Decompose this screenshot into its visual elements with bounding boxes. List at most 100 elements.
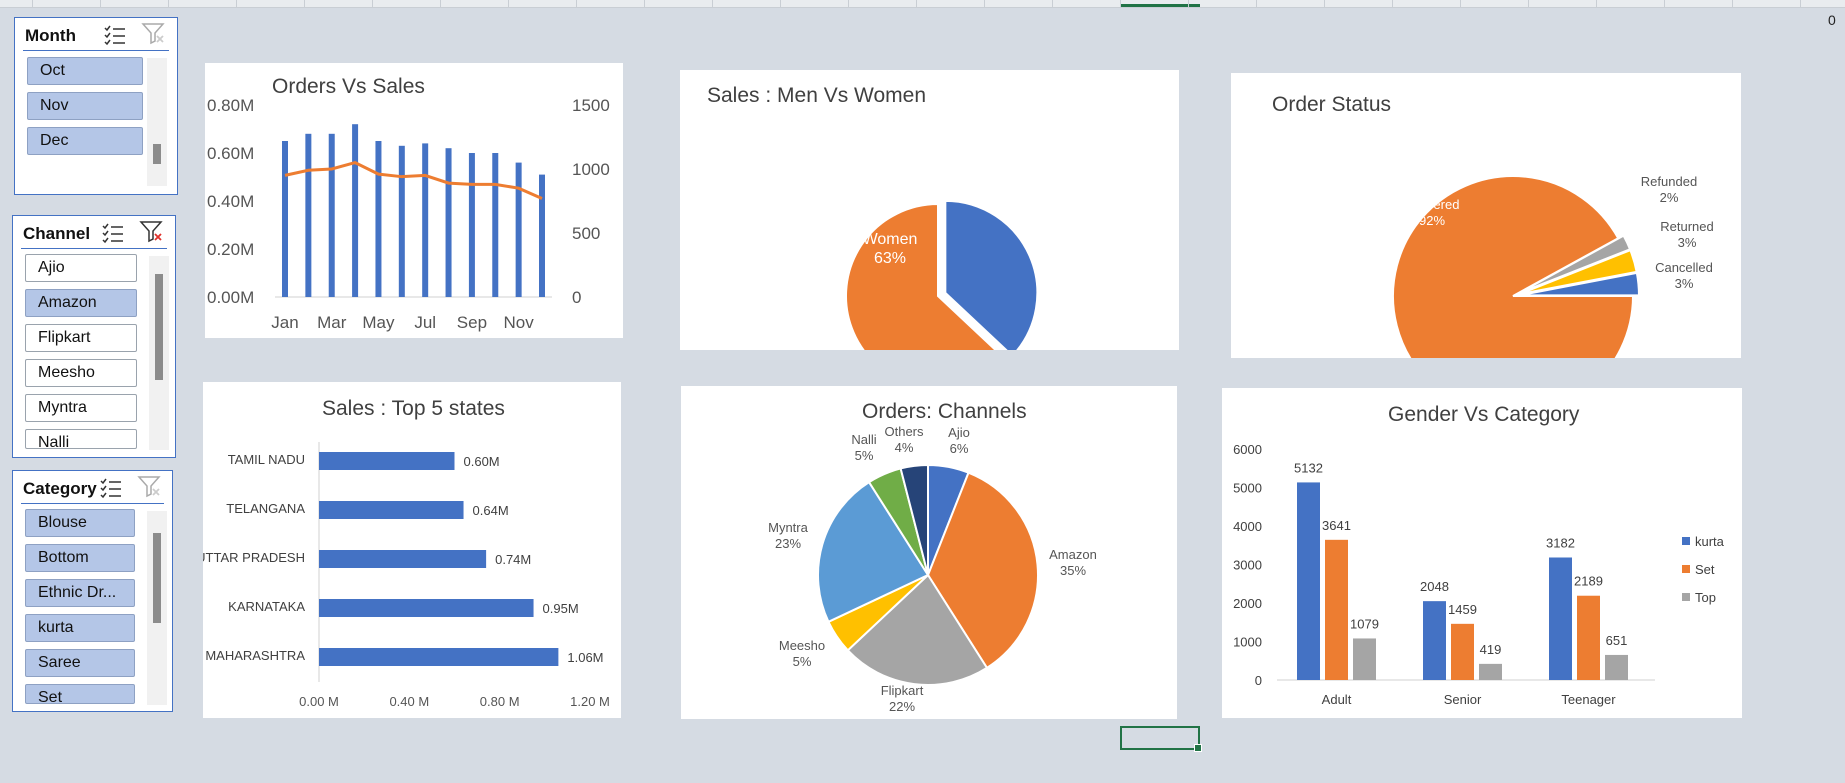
pie-label: Cancelled: [1655, 260, 1713, 275]
scrollbar-thumb[interactable]: [153, 533, 161, 623]
column-divider: [644, 0, 645, 7]
data-label: 0.74M: [495, 552, 531, 567]
slicer-item-ethnic-dress[interactable]: Ethnic Dr...: [25, 579, 135, 607]
y-left-tick-label: 0.20M: [207, 240, 254, 259]
sales-bar: [282, 141, 288, 297]
orders-channels-chart[interactable]: Orders: Channels Ajio 6% Amazon 35% Flipkart…: [681, 386, 1177, 719]
chart-title: Orders Vs Sales: [272, 75, 425, 98]
category-label: TAMIL NADU: [228, 452, 305, 467]
sales-men-women-chart[interactable]: Sales : Men Vs Women Men 37% Women 63%: [680, 70, 1179, 389]
clear-filter-icon[interactable]: [137, 475, 163, 499]
slicer-scrollbar[interactable]: [147, 58, 167, 186]
state-bar: [319, 599, 534, 617]
orders-vs-sales-chart[interactable]: Orders Vs Sales 0.00M 0.20M 0.40M 0.60M 0.80…: [205, 63, 623, 338]
pie-percent: 6%: [950, 441, 969, 456]
slicer-item-bottom[interactable]: Bottom: [25, 544, 135, 572]
slicer-item-saree[interactable]: Saree: [25, 649, 135, 677]
slicer-item-nalli[interactable]: Nalli: [25, 429, 137, 449]
slicer-divider: [21, 503, 164, 504]
state-bar: [319, 550, 487, 568]
pie-percent: 2%: [1660, 190, 1679, 205]
sales-bar: [515, 162, 522, 297]
clear-filter-icon[interactable]: [139, 220, 165, 244]
category-label: KARNATAKA: [228, 599, 305, 614]
clear-filter-icon[interactable]: [141, 22, 167, 46]
slicer-title: Month: [25, 26, 76, 45]
top5-states-chart[interactable]: Sales : Top 5 states TAMIL NADU 0.60M TELA…: [196, 382, 621, 718]
x-tick-label: Teenager: [1561, 692, 1616, 707]
category-bar: [1423, 601, 1446, 680]
slicer-item-set[interactable]: Set: [25, 684, 135, 704]
state-bar: [319, 452, 455, 470]
slicer-item-nov[interactable]: Nov: [27, 92, 143, 120]
column-divider: [304, 0, 305, 7]
slicer-item-blouse[interactable]: Blouse: [25, 509, 135, 537]
pie-label: Men: [976, 175, 1007, 192]
data-label: 1459: [1448, 602, 1477, 617]
x-tick-label: 0.80 M: [480, 694, 520, 709]
y-tick-label: 1000: [1233, 635, 1262, 650]
sales-bar: [352, 124, 359, 297]
y-right-tick-label: 1000: [572, 160, 610, 179]
column-divider: [100, 0, 101, 7]
category-label: TELANGANA: [226, 501, 305, 516]
data-label: 1079: [1350, 616, 1379, 631]
pie-percent: 35%: [1060, 563, 1086, 578]
column-divider: [1596, 0, 1597, 7]
category-slicer[interactable]: Category Blouse Bottom Ethnic Dr... kurt…: [12, 470, 173, 712]
scrollbar-thumb[interactable]: [153, 144, 161, 164]
column-divider: [236, 0, 237, 7]
y-tick-label: 0: [1255, 673, 1262, 688]
column-divider: [508, 0, 509, 7]
legend-swatch: [1682, 537, 1690, 545]
slicer-item-flipkart[interactable]: Flipkart: [25, 324, 137, 352]
pie-label: Nalli: [851, 432, 876, 447]
pie-label: Refunded: [1641, 174, 1697, 189]
column-divider: [1732, 0, 1733, 7]
column-divider: [1392, 0, 1393, 7]
category-bar: [1479, 663, 1502, 680]
column-divider: [1460, 0, 1461, 7]
channel-slicer[interactable]: Channel Ajio Amazon Flipkart Meesho Mynt…: [12, 215, 176, 458]
column-header-strip[interactable]: [0, 0, 1845, 8]
column-divider: [32, 0, 33, 7]
multi-select-icon[interactable]: [99, 477, 123, 499]
slicer-item-dec[interactable]: Dec: [27, 127, 143, 155]
cell-value[interactable]: 0: [1828, 12, 1836, 28]
chart-title: Gender Vs Category: [1388, 403, 1580, 426]
category-label: UTTAR PRADESH: [203, 550, 305, 565]
sales-bar: [539, 174, 545, 297]
x-tick-label: Jan: [271, 313, 298, 332]
multi-select-icon[interactable]: [101, 222, 125, 244]
column-divider: [712, 0, 713, 7]
orders-line: [284, 161, 543, 200]
category-bar: [1297, 482, 1320, 680]
order-status-chart[interactable]: Order Status Delivered 92% Refunded 2% Retur…: [1231, 73, 1741, 417]
y-right-tick-label: 500: [572, 224, 600, 243]
multi-select-icon[interactable]: [103, 24, 127, 46]
scrollbar-thumb[interactable]: [155, 274, 163, 380]
slicer-item-myntra[interactable]: Myntra: [25, 394, 137, 422]
legend-label: Top: [1695, 590, 1716, 605]
column-divider: [372, 0, 373, 7]
month-slicer[interactable]: Month Oct Nov Dec: [14, 17, 178, 195]
slicer-scrollbar[interactable]: [149, 256, 169, 450]
fill-handle[interactable]: [1194, 744, 1202, 752]
slicer-item-amazon[interactable]: Amazon: [25, 289, 137, 317]
slicer-title: Channel: [23, 224, 91, 243]
x-tick-label: Mar: [317, 313, 347, 332]
active-cell-selection[interactable]: [1120, 726, 1202, 752]
x-tick-label: 1.20 M: [570, 694, 610, 709]
data-label: 419: [1480, 642, 1502, 657]
slicer-scrollbar[interactable]: [147, 511, 167, 705]
slicer-item-meesho[interactable]: Meesho: [25, 359, 137, 387]
pie-label: Others: [884, 424, 924, 439]
pie-percent: 5%: [855, 448, 874, 463]
data-label: 2189: [1574, 574, 1603, 589]
slicer-item-oct[interactable]: Oct: [27, 57, 143, 85]
pie-percent: 3%: [1675, 276, 1694, 291]
gender-vs-category-chart[interactable]: Gender Vs Category 0 1000 2000 3000 4000 5000…: [1222, 388, 1742, 718]
slicer-item-ajio[interactable]: Ajio: [25, 254, 137, 282]
slicer-item-kurta[interactable]: kurta: [25, 614, 135, 642]
y-right-tick-label: 0: [572, 288, 581, 307]
